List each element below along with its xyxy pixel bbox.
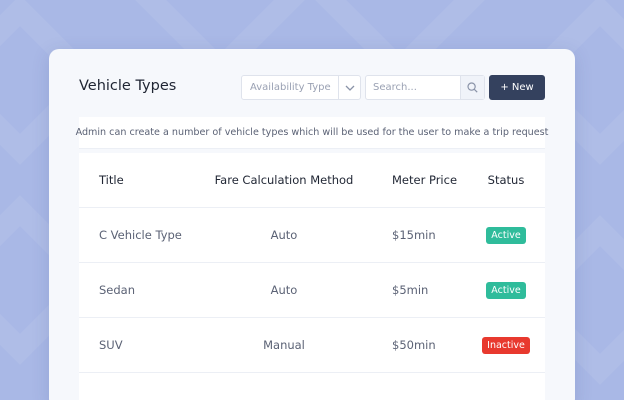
search-icon bbox=[467, 82, 478, 93]
column-header-meter-price[interactable]: Meter Price bbox=[392, 153, 457, 207]
meter-price: $50min bbox=[392, 338, 436, 352]
column-header-title[interactable]: Title bbox=[99, 153, 124, 207]
vehicle-title: Sedan bbox=[99, 283, 136, 297]
column-header-status[interactable]: Status bbox=[471, 153, 541, 207]
vehicle-types-table: Title Fare Calculation Method Meter Pric… bbox=[79, 153, 545, 400]
vehicle-title: SUV bbox=[99, 338, 123, 352]
fare-method: Manual bbox=[263, 338, 305, 352]
table-row[interactable]: C Vehicle Type Auto $15min Active bbox=[79, 208, 545, 263]
vehicle-types-card: Vehicle Types Availability Type + New Ad… bbox=[49, 49, 575, 400]
search-button[interactable] bbox=[460, 76, 484, 99]
status-badge[interactable]: Active bbox=[486, 281, 526, 299]
column-header-fare-method[interactable]: Fare Calculation Method bbox=[204, 153, 364, 207]
table-row[interactable]: Sedan Auto $5min Active bbox=[79, 263, 545, 318]
availability-type-label: Availability Type bbox=[250, 82, 331, 93]
page-description: Admin can create a number of vehicle typ… bbox=[76, 117, 548, 149]
meter-price: $15min bbox=[392, 228, 436, 242]
table-row[interactable]: SUV Manual $50min Inactive bbox=[79, 318, 545, 373]
table-header-row: Title Fare Calculation Method Meter Pric… bbox=[79, 153, 545, 208]
availability-type-select[interactable]: Availability Type bbox=[241, 75, 361, 100]
fare-method: Auto bbox=[270, 228, 298, 242]
status-badge[interactable]: Active bbox=[486, 226, 526, 244]
vehicle-title: C Vehicle Type bbox=[99, 228, 182, 242]
new-vehicle-type-button[interactable]: + New bbox=[489, 75, 545, 100]
chevron-down-icon bbox=[338, 76, 360, 99]
search-input[interactable] bbox=[366, 82, 460, 93]
status-badge[interactable]: Inactive bbox=[482, 336, 530, 354]
meter-price: $5min bbox=[392, 283, 429, 297]
search-box bbox=[365, 75, 485, 100]
page-title: Vehicle Types bbox=[79, 78, 177, 94]
fare-method: Auto bbox=[270, 283, 298, 297]
